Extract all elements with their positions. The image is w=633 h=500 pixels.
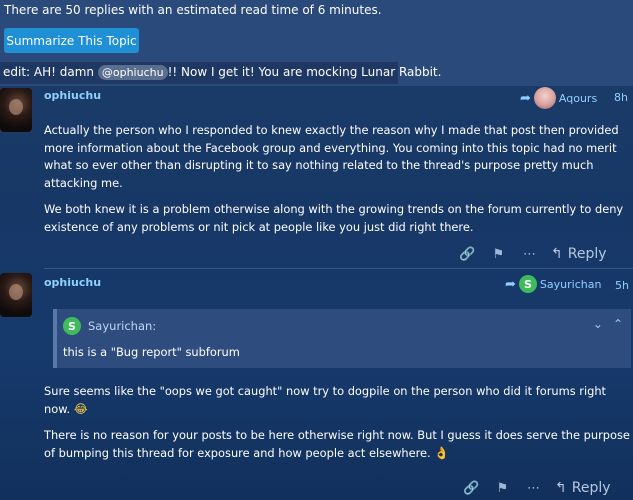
post-2-paragraph-2: There is no reason for your posts to be …: [44, 428, 630, 460]
quote-author-avatar: S: [63, 317, 81, 335]
edit-suffix: !! Now I get it! You are mocking Lunar R…: [167, 65, 442, 79]
post-2-paragraph-1-wrap: Sure seems like the "oops we got caught"…: [44, 383, 633, 418]
quote-header: S Sayurichan:: [63, 317, 156, 335]
post-1-paragraph-1: Actually the person who I responded to k…: [44, 123, 619, 190]
quote-text: this is a "Bug report" subforum: [63, 345, 240, 359]
post-2-time[interactable]: 5h: [615, 279, 629, 292]
post-1-reply-label: Reply: [567, 246, 607, 262]
edit-prefix: edit: AH! damn: [3, 65, 95, 79]
chevron-up-icon[interactable]: ⌃: [613, 317, 623, 331]
sayurichan-avatar: S: [518, 275, 537, 293]
post-divider: [44, 268, 633, 269]
bookmark-icon[interactable]: ⚑: [487, 481, 518, 496]
reply-arrow-icon: ➦: [520, 90, 531, 106]
post-2-username[interactable]: ophiuchu: [44, 276, 101, 289]
post-2-reply-label: Reply: [571, 480, 611, 496]
summarize-topic-button[interactable]: Summarize This Topic: [4, 28, 139, 53]
post-2-paragraph-2-wrap: There is no reason for your posts to be …: [44, 427, 633, 462]
post-2-paragraph-1: Sure seems like the "oops we got caught"…: [44, 384, 607, 416]
post-1-body: Actually the person who I responded to k…: [44, 122, 624, 245]
post-1-paragraph-2: We both knew it is a problem otherwise a…: [44, 202, 624, 234]
topic-summary-text: There are 50 replies with an estimated r…: [4, 3, 382, 17]
post-2-body: Sure seems like the "oops we got caught"…: [44, 383, 633, 471]
reply-icon: ↰: [555, 480, 567, 496]
reply-arrow-icon: ➦: [505, 276, 516, 292]
post-1-reply-button[interactable]: ↰ Reply: [551, 246, 607, 262]
link-icon[interactable]: 🔗: [456, 481, 487, 496]
post-1-username[interactable]: ophiuchu: [44, 89, 101, 102]
bookmark-icon[interactable]: ⚑: [483, 247, 514, 262]
quote-block: S Sayurichan: ⌄ ⌃ this is a "Bug report"…: [53, 309, 631, 368]
post-1-reply-to[interactable]: ➦ Aqours: [520, 87, 597, 109]
quote-author[interactable]: Sayurichan:: [88, 319, 156, 333]
chevron-down-icon[interactable]: ⌄: [593, 317, 603, 331]
post-1-avatar[interactable]: [0, 88, 32, 132]
edit-note: edit: AH! damn @ophiuchu!! Now I get it!…: [0, 62, 441, 84]
post-1-actions: 🔗 ⚑ ⋯ ↰ Reply: [452, 246, 607, 262]
post-2-actions: 🔗 ⚑ ⋯ ↰ Reply: [456, 480, 611, 496]
reply-icon: ↰: [551, 246, 563, 262]
ellipsis-icon[interactable]: ⋯: [518, 481, 549, 496]
link-icon[interactable]: 🔗: [452, 247, 483, 262]
post-2-reply-button[interactable]: ↰ Reply: [555, 480, 611, 496]
post-1-time[interactable]: 8h: [614, 91, 628, 104]
post-2-reply-to-name: Sayurichan: [539, 277, 602, 291]
post-1-reply-to-name: Aqours: [558, 91, 598, 105]
ok-hand-emoji: 👌: [434, 445, 450, 460]
joy-emoji: 😂: [73, 401, 88, 416]
ellipsis-icon[interactable]: ⋯: [514, 247, 545, 262]
post-2-avatar[interactable]: [0, 273, 32, 317]
post-2-reply-to[interactable]: ➦ S Sayurichan: [505, 275, 601, 293]
mention-ophiuchu[interactable]: @ophiuchu: [97, 65, 168, 80]
quote-controls: ⌄ ⌃: [593, 317, 623, 331]
aqours-avatar: [533, 87, 556, 109]
